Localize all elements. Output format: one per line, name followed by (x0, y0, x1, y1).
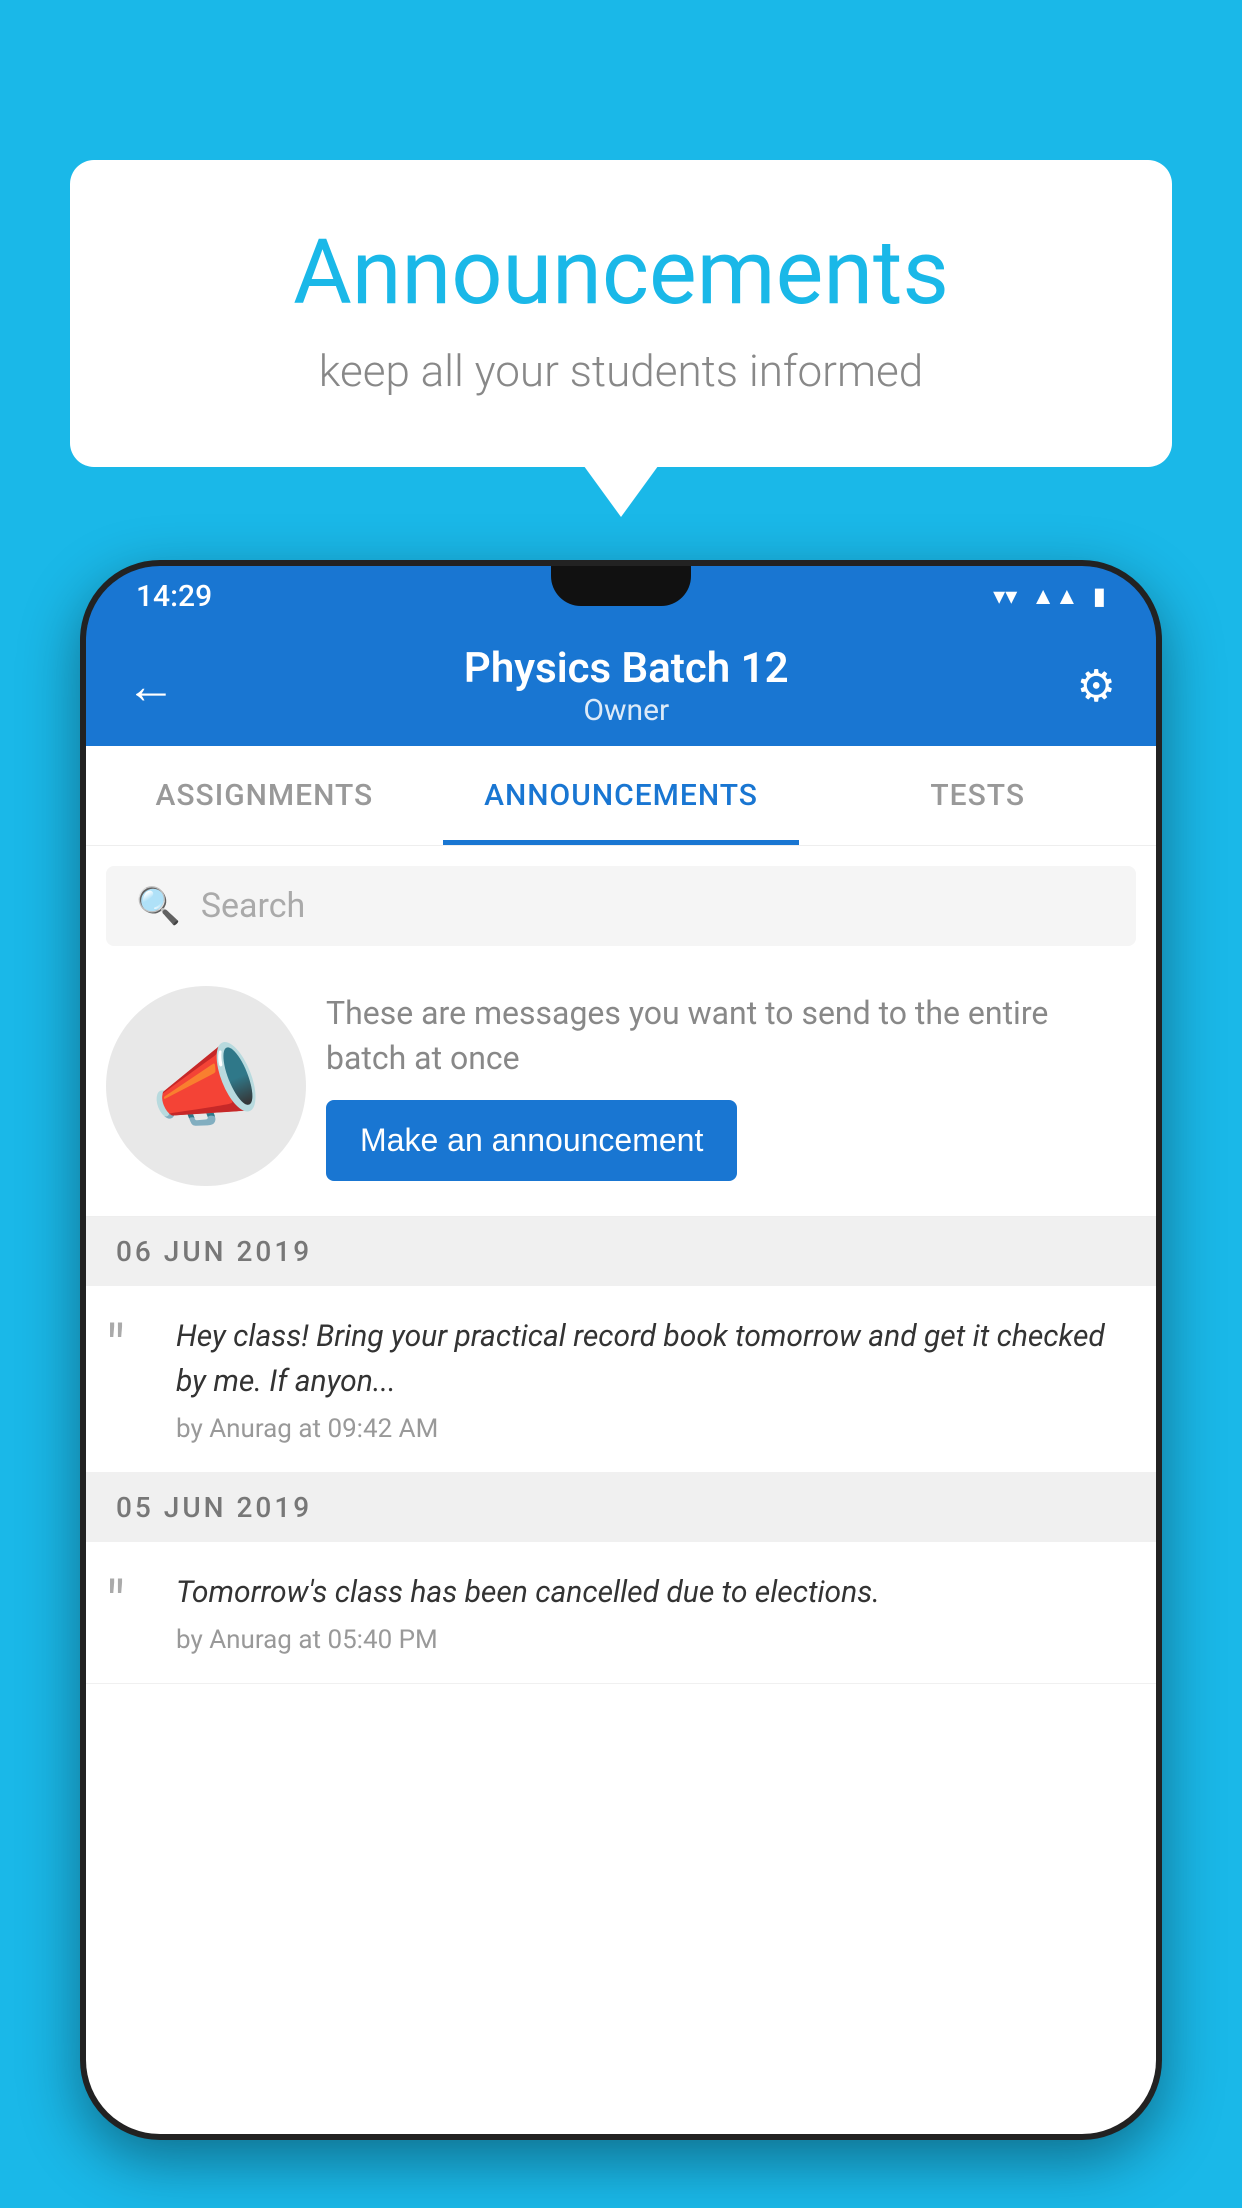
tab-assignments[interactable]: ASSIGNMENTS (86, 746, 443, 845)
quote-icon-2: " (106, 1574, 156, 1634)
announcement-text-2: Tomorrow's class has been cancelled due … (176, 1570, 1136, 1615)
announcement-item-1[interactable]: " Hey class! Bring your practical record… (86, 1286, 1156, 1473)
app-bar-title: Physics Batch 12 (464, 644, 789, 693)
app-bar-subtitle: Owner (464, 693, 789, 728)
back-button[interactable]: ← (126, 657, 176, 716)
announcement-meta-2: by Anurag at 05:40 PM (176, 1625, 1136, 1655)
announcement-content-2: Tomorrow's class has been cancelled due … (176, 1570, 1136, 1655)
screen-content: 🔍 Search 📣 These are messages you want t… (86, 846, 1156, 2140)
megaphone-icon: 📣 (150, 1034, 262, 1139)
date-separator-2: 05 JUN 2019 (86, 1473, 1156, 1542)
wifi-icon: ▾▾ (993, 582, 1017, 610)
status-icons: ▾▾ ▲▲ ▮ (993, 582, 1106, 611)
promo-right: These are messages you want to send to t… (326, 991, 1136, 1182)
make-announcement-button[interactable]: Make an announcement (326, 1100, 737, 1181)
tab-announcements[interactable]: ANNOUNCEMENTS (443, 746, 800, 845)
status-time: 14:29 (136, 579, 212, 614)
announcement-item-2[interactable]: " Tomorrow's class has been cancelled du… (86, 1542, 1156, 1684)
announcement-meta-1: by Anurag at 09:42 AM (176, 1414, 1136, 1444)
app-bar: ← Physics Batch 12 Owner ⚙ (86, 626, 1156, 746)
app-bar-title-container: Physics Batch 12 Owner (464, 644, 789, 728)
tab-tests[interactable]: TESTS (799, 746, 1156, 845)
search-placeholder: Search (201, 886, 305, 926)
announcement-text-1: Hey class! Bring your practical record b… (176, 1314, 1136, 1404)
phone-notch (551, 566, 691, 606)
search-icon: 🔍 (136, 885, 181, 927)
search-bar[interactable]: 🔍 Search (106, 866, 1136, 946)
tab-bar: ASSIGNMENTS ANNOUNCEMENTS TESTS (86, 746, 1156, 846)
speech-bubble-card: Announcements keep all your students inf… (70, 160, 1172, 467)
battery-icon: ▮ (1093, 582, 1106, 610)
bubble-title: Announcements (150, 220, 1092, 325)
signal-icon: ▲▲ (1031, 582, 1079, 611)
quote-icon-1: " (106, 1318, 156, 1378)
phone-body: 14:29 ▾▾ ▲▲ ▮ ← Physics Batch 12 Owner ⚙… (80, 560, 1162, 2140)
promo-icon-circle: 📣 (106, 986, 306, 1186)
announcement-content-1: Hey class! Bring your practical record b… (176, 1314, 1136, 1444)
promo-description: These are messages you want to send to t… (326, 991, 1136, 1081)
settings-icon[interactable]: ⚙ (1077, 660, 1116, 712)
date-separator-1: 06 JUN 2019 (86, 1217, 1156, 1286)
speech-bubble-section: Announcements keep all your students inf… (70, 160, 1172, 467)
bubble-subtitle: keep all your students informed (150, 345, 1092, 397)
phone-mockup: 14:29 ▾▾ ▲▲ ▮ ← Physics Batch 12 Owner ⚙… (80, 560, 1162, 2208)
promo-section: 📣 These are messages you want to send to… (86, 956, 1156, 1217)
